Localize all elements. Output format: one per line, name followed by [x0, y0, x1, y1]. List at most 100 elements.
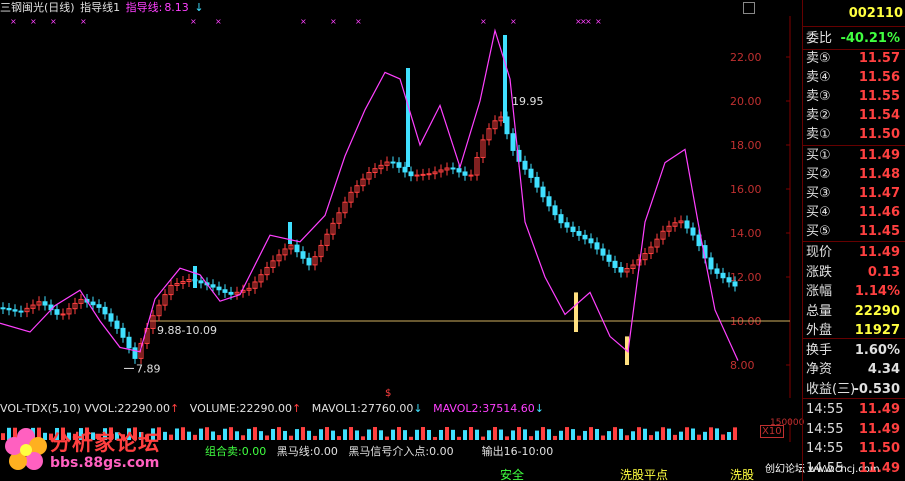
candlestick-chart[interactable]: 22.0020.0018.0016.0014.0012.0010.008.00×… — [0, 16, 800, 398]
sell-level-5-label: 卖⑤ — [806, 51, 831, 66]
volume-bar — [571, 429, 575, 440]
stat-row-label: 外盘 — [806, 323, 833, 338]
candle-body — [468, 174, 474, 177]
volume-value: VOLUME:22290.00 — [189, 402, 293, 415]
candle-body — [540, 186, 546, 198]
candle-spike — [406, 68, 410, 167]
candle-body — [720, 272, 726, 279]
candle-body — [54, 309, 60, 315]
tick-row: 14:55 11.49 — [803, 459, 905, 478]
up-arrow-icon: ↑ — [292, 402, 302, 415]
tick-row-value: 11.49 — [858, 402, 900, 417]
volume-bar — [595, 428, 599, 440]
indicator-label: 指导线: — [125, 1, 163, 14]
dollar-marker-icon: $ — [385, 388, 391, 398]
candle-body — [408, 171, 414, 177]
volume-bar — [253, 427, 257, 440]
stat-row-value: 0.13 — [867, 264, 900, 280]
volume-bar — [223, 428, 227, 440]
candle-body — [126, 336, 132, 349]
flower-logo-icon — [5, 428, 47, 470]
stat-row-value: 1.60% — [854, 342, 900, 358]
buy-level-3-value: 11.47 — [858, 186, 900, 201]
buy-level-1: 买① 11.49 — [803, 146, 905, 165]
price-axis-label: 8.00 — [730, 359, 755, 372]
indicator-value: 8.13 — [164, 1, 189, 14]
wei-bi-row: 委比 -40.21% — [803, 29, 905, 48]
volume-bar — [433, 436, 437, 440]
candle-body — [120, 327, 126, 338]
sell-level-1-label: 卖① — [806, 127, 831, 142]
output-value: 输出16-10:00 — [481, 445, 554, 458]
stat-row-value: 4.34 — [867, 362, 900, 377]
stat-row-label: 现价 — [806, 245, 833, 260]
candle-body — [456, 168, 462, 173]
close-icon[interactable] — [743, 2, 755, 14]
volume-bar — [277, 427, 281, 440]
volume-bar — [415, 429, 419, 440]
volume-bar — [601, 435, 605, 440]
signal-marker-icon: × — [355, 17, 362, 26]
signal-marker-icon: × — [480, 17, 487, 26]
volume-bar — [505, 436, 509, 440]
candle-spike — [193, 266, 197, 288]
sell-level-2-label: 卖② — [806, 108, 831, 123]
signal-marker-icon: × — [10, 17, 17, 26]
volume-bar — [319, 429, 323, 440]
stat-row-value: 1.14% — [854, 284, 900, 299]
sell-level-4: 卖④ 11.56 — [803, 68, 905, 87]
signal-marker-icon: × — [50, 17, 57, 26]
candle-body — [0, 307, 6, 310]
candle-body — [228, 291, 234, 295]
candle-body — [558, 214, 564, 224]
volume-bar — [367, 429, 371, 440]
volume-bar — [715, 428, 719, 440]
sell-level-3: 卖③ 11.55 — [803, 87, 905, 106]
candle-body — [708, 257, 714, 270]
volume-bar — [349, 427, 353, 440]
wei-bi-value: -40.21% — [840, 31, 900, 46]
stat-row-label: 收益(三) — [806, 381, 856, 397]
candle-body — [726, 277, 732, 283]
candle-body — [198, 280, 204, 284]
down-arrow-icon: ↓ — [413, 402, 423, 415]
down-arrow-icon: ↓ — [194, 1, 204, 14]
candle-body — [60, 313, 66, 316]
down-arrow-icon: ↓ — [534, 402, 544, 415]
sell-level-1-value: 11.50 — [858, 127, 900, 142]
volume-bar — [403, 430, 407, 440]
volume-bar — [247, 428, 251, 440]
tick-row: 14:55 11.49 — [803, 400, 905, 419]
volume-bar — [673, 434, 677, 440]
stat-row-label: 净资 — [806, 362, 833, 377]
up-arrow-icon: ↑ — [170, 402, 180, 415]
volume-bar — [385, 436, 389, 440]
volume-bar — [541, 427, 545, 440]
sell-level-4-label: 卖④ — [806, 70, 831, 85]
candle-body — [402, 166, 408, 173]
stat-row: 总量 22290 — [803, 302, 905, 321]
volume-bar — [205, 427, 209, 440]
candle-body — [510, 133, 516, 151]
sell-level-2-value: 11.54 — [858, 108, 900, 123]
volume-bar — [577, 435, 581, 440]
volume-bar — [625, 435, 629, 440]
candle-body — [210, 284, 216, 288]
volume-bar — [523, 429, 527, 440]
candle-body — [576, 231, 582, 236]
tick-row-value: 11.50 — [858, 441, 900, 456]
sell-level-3-label: 卖③ — [806, 89, 831, 104]
volume-bar — [427, 429, 431, 440]
candle-body — [552, 205, 558, 216]
candle-body — [714, 268, 720, 274]
signal-marker-icon: × — [510, 17, 517, 26]
candle-body — [114, 320, 120, 329]
volume-bar — [607, 431, 611, 440]
tick-row-label: 14:55 — [806, 441, 844, 456]
volume-bar — [451, 429, 455, 440]
mavol2-value: MAVOL2:37514.60 — [433, 402, 535, 415]
volume-bar — [439, 429, 443, 440]
buy-level-3-label: 买③ — [806, 186, 831, 201]
volume-bar — [721, 434, 725, 440]
candle-body — [570, 226, 576, 233]
